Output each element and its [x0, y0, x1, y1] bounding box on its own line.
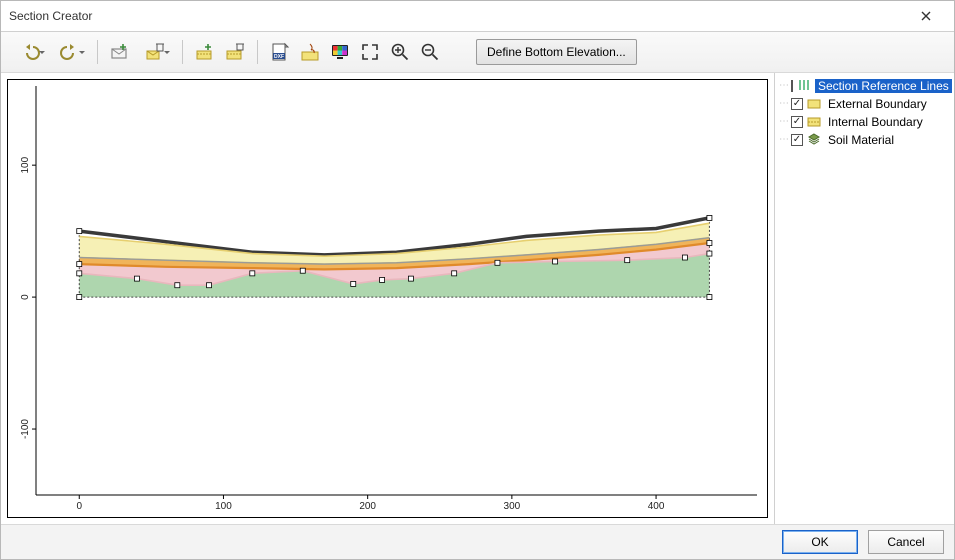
vertex-handle[interactable]: [134, 276, 139, 281]
legend-icon: [807, 96, 821, 113]
zoom-in-icon: [390, 42, 410, 62]
legend-icon: [797, 78, 811, 95]
vertex-handle[interactable]: [408, 276, 413, 281]
vertex-handle[interactable]: [300, 268, 305, 273]
plot-frame: 0 100 200 300 400 -100 0 100: [7, 79, 768, 518]
zoom-extents-button[interactable]: [356, 38, 384, 66]
redo-icon: [60, 42, 80, 62]
vertex-handle[interactable]: [553, 259, 558, 264]
define-bottom-elevation-button[interactable]: Define Bottom Elevation...: [476, 39, 637, 65]
vertex-handle[interactable]: [77, 271, 82, 276]
legend-label: External Boundary: [825, 97, 930, 111]
vertex-handle[interactable]: [77, 229, 82, 234]
add-polyline-button[interactable]: [106, 38, 134, 66]
vertex-handle[interactable]: [250, 271, 255, 276]
add-layer-button[interactable]: [191, 38, 219, 66]
zoom-out-button[interactable]: [416, 38, 444, 66]
svg-text:DXF: DXF: [274, 54, 284, 60]
dxf-icon: DXF: [270, 42, 290, 62]
svg-text:100: 100: [20, 156, 31, 173]
layer-plus-icon: [195, 42, 215, 62]
monitor-color-icon: [330, 42, 350, 62]
title-bar: Section Creator: [1, 1, 954, 32]
vertex-handle[interactable]: [175, 283, 180, 288]
expand-arrows-icon: [360, 42, 380, 62]
vertex-handle[interactable]: [207, 283, 212, 288]
vertex-handle[interactable]: [351, 281, 356, 286]
color-button[interactable]: [326, 38, 354, 66]
envelope-trash-icon: [145, 42, 165, 62]
dialog-window: Section Creator DXF: [0, 0, 955, 560]
vertex-handle[interactable]: [495, 260, 500, 265]
legend-item[interactable]: ⋯ Section Reference Lines: [777, 77, 952, 95]
ok-button[interactable]: OK: [782, 530, 858, 554]
legend-icon: [807, 114, 821, 131]
delete-layer-button[interactable]: [221, 38, 249, 66]
legend-label: Section Reference Lines: [815, 79, 952, 93]
close-button[interactable]: [906, 2, 946, 30]
vertex-handle[interactable]: [707, 215, 712, 220]
legend-item[interactable]: ⋯ Soil Material: [777, 131, 952, 149]
toolbar-separator: [257, 40, 258, 64]
vertex-handle[interactable]: [707, 251, 712, 256]
cancel-button[interactable]: Cancel: [868, 530, 944, 554]
plot-pane[interactable]: 0 100 200 300 400 -100 0 100: [1, 73, 774, 524]
vertex-handle[interactable]: [77, 262, 82, 267]
svg-text:-100: -100: [20, 419, 31, 439]
legend-checkbox[interactable]: [791, 98, 803, 110]
layer-trash-icon: [225, 42, 245, 62]
vertex-handle[interactable]: [625, 258, 630, 263]
undo-button[interactable]: [11, 38, 49, 66]
assign-material-button[interactable]: [296, 38, 324, 66]
tree-glyph: ⋯: [779, 99, 787, 109]
tree-glyph: ⋯: [779, 135, 787, 145]
legend-checkbox[interactable]: [791, 116, 803, 128]
close-x-icon: [921, 11, 931, 21]
envelope-plus-icon: [110, 42, 130, 62]
legend-icon: [807, 132, 821, 149]
legend-panel: ⋯ Section Reference Lines ⋯ External Bounda…: [774, 73, 954, 524]
toolbar-separator: [97, 40, 98, 64]
legend-checkbox[interactable]: [791, 80, 793, 92]
vertex-handle[interactable]: [682, 255, 687, 260]
material-flame-icon: [300, 42, 320, 62]
window-title: Section Creator: [9, 9, 906, 23]
section-plot: 0 100 200 300 400 -100 0 100: [8, 80, 767, 517]
toolbar-separator: [182, 40, 183, 64]
legend-label: Soil Material: [825, 133, 897, 147]
delete-polyline-button[interactable]: [136, 38, 174, 66]
legend-item[interactable]: ⋯ External Boundary: [777, 95, 952, 113]
legend-checkbox[interactable]: [791, 134, 803, 146]
redo-button[interactable]: [51, 38, 89, 66]
legend-item[interactable]: ⋯ Internal Boundary: [777, 113, 952, 131]
undo-icon: [20, 42, 40, 62]
vertex-handle[interactable]: [380, 277, 385, 282]
svg-text:0: 0: [20, 294, 31, 300]
tree-glyph: ⋯: [779, 117, 787, 127]
vertex-handle[interactable]: [452, 271, 457, 276]
legend-label: Internal Boundary: [825, 115, 926, 129]
import-dxf-button[interactable]: DXF: [266, 38, 294, 66]
vertex-handle[interactable]: [707, 295, 712, 300]
svg-text:0: 0: [76, 501, 82, 512]
svg-text:200: 200: [359, 501, 376, 512]
svg-text:400: 400: [648, 501, 665, 512]
zoom-in-button[interactable]: [386, 38, 414, 66]
toolbar: DXF Define Bottom Elevation...: [1, 32, 954, 73]
zoom-out-icon: [420, 42, 440, 62]
tree-glyph: ⋯: [779, 81, 787, 91]
vertex-handle[interactable]: [707, 241, 712, 246]
vertex-handle[interactable]: [77, 295, 82, 300]
svg-text:100: 100: [215, 501, 232, 512]
dialog-footer: OK Cancel: [1, 524, 954, 559]
svg-text:300: 300: [504, 501, 521, 512]
content-area: 0 100 200 300 400 -100 0 100 ⋯ Section Reference…: [1, 73, 954, 524]
